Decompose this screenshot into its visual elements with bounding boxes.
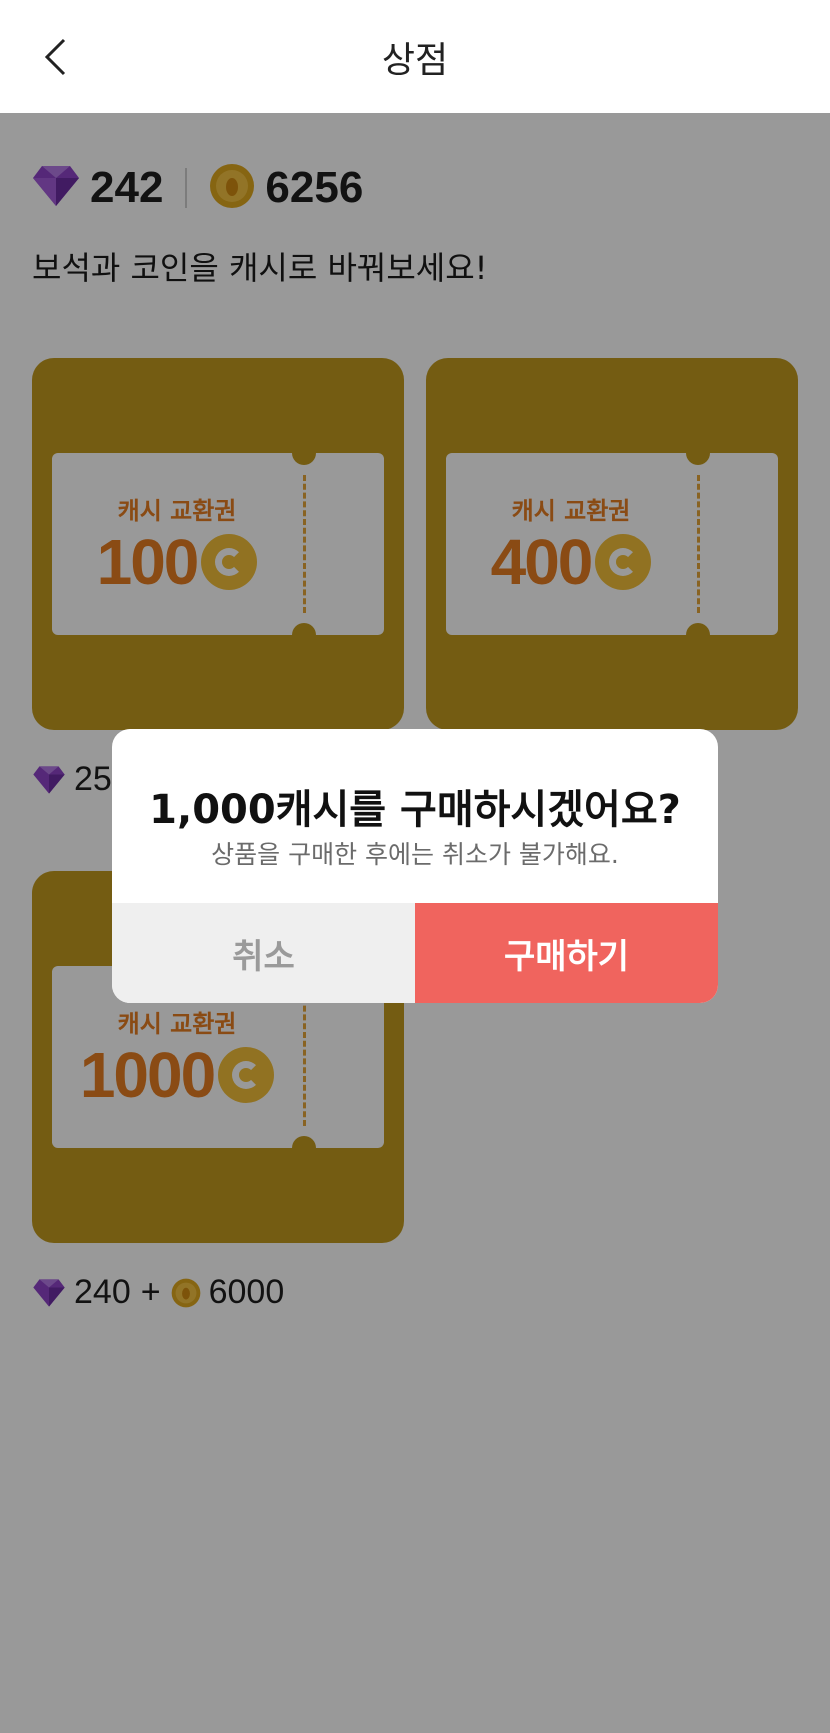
dialog-title: 1,000캐시를 구매하시겠어요? (149, 787, 681, 833)
dialog-actions: 취소 구매하기 (112, 903, 718, 1003)
cancel-button[interactable]: 취소 (112, 903, 415, 1003)
buy-button[interactable]: 구매하기 (415, 903, 718, 1003)
dialog-description: 상품을 구매한 후에는 취소가 불가해요. (211, 840, 619, 869)
back-button[interactable] (30, 30, 80, 84)
purchase-dialog: 1,000캐시를 구매하시겠어요? 상품을 구매한 후에는 취소가 불가해요. … (112, 729, 718, 1003)
top-bar: 상점 (0, 0, 830, 113)
page-title: 상점 (381, 39, 449, 81)
chevron-left-icon (44, 38, 66, 76)
